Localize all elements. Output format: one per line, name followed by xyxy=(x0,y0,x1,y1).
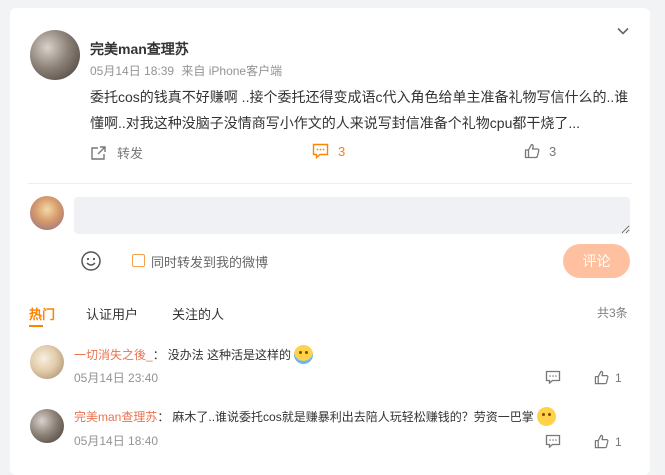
commenter-avatar[interactable] xyxy=(30,345,64,379)
author-name[interactable]: 完美man查理苏 xyxy=(90,39,189,59)
comment-like-count: 1 xyxy=(615,434,622,449)
comment-like-button[interactable]: 1 xyxy=(594,370,622,385)
commenter-avatar[interactable] xyxy=(30,409,64,443)
post-content: 委托cos的钱真不好赚啊 ..接个委托还得变成语c代入角色给单主准备礼物写信什么… xyxy=(90,89,629,131)
thumbs-up-icon xyxy=(594,434,609,449)
comment-text-line: 完美man查理苏 ： 麻木了..谁说委托cos就是赚暴利出去陪人玩轻松赚钱的？劳… xyxy=(74,407,556,426)
commenter-name[interactable]: 一切消失之後_ xyxy=(74,346,153,363)
comment-total: 共3条 xyxy=(597,306,628,320)
author-avatar[interactable] xyxy=(30,30,80,80)
colon: ： xyxy=(152,348,165,362)
post-source: 来自 iPhone客户端 xyxy=(181,64,283,78)
comment-text-line: 一切消失之後_ ： 没办法 这种活是这样的 xyxy=(74,345,314,364)
post-date[interactable]: 05月14日 18:39 xyxy=(90,64,174,78)
thumbs-up-icon xyxy=(524,143,540,159)
weibo-post-card: 完美man查理苏 05月14日 18:39 来自 iPhone客户端 委托cos… xyxy=(10,8,650,475)
forward-button[interactable]: 转发 xyxy=(90,143,143,162)
commenter-name[interactable]: 完美man查理苏 xyxy=(74,408,157,425)
reply-icon[interactable] xyxy=(545,434,561,449)
tab-following[interactable]: 关注的人 xyxy=(172,304,224,323)
chevron-down-icon[interactable] xyxy=(616,24,630,38)
page-gutter xyxy=(650,0,665,475)
comment-count: 3 xyxy=(338,143,346,159)
post-meta: 05月14日 18:39 来自 iPhone客户端 xyxy=(90,62,282,79)
colon: ： xyxy=(157,410,170,424)
tab-hot[interactable]: 热门 xyxy=(29,304,55,323)
like-button[interactable]: 3 xyxy=(524,143,556,159)
comment-input[interactable] xyxy=(74,197,630,234)
like-count: 3 xyxy=(549,143,557,159)
sync-forward-checkbox[interactable] xyxy=(132,254,145,267)
comment-icon xyxy=(312,143,329,159)
reply-icon[interactable] xyxy=(545,370,561,385)
comment-like-button[interactable]: 1 xyxy=(594,434,622,449)
comment-text: 没办法 这种活是这样的 xyxy=(167,348,292,362)
comment-time: 05月14日 23:40 xyxy=(74,371,159,385)
comment-text: 麻木了..谁说委托cos就是赚暴利出去陪人玩轻松赚钱的？劳资一巴掌 xyxy=(172,410,534,424)
comment-time: 05月14日 18:40 xyxy=(74,434,159,448)
tab-verified-users[interactable]: 认证用户 xyxy=(86,304,138,323)
tab-active-indicator xyxy=(29,325,43,327)
comment-button[interactable]: 3 xyxy=(312,143,345,159)
submit-comment-button[interactable]: 评论 xyxy=(563,244,630,278)
forward-icon xyxy=(91,145,106,160)
forward-label: 转发 xyxy=(117,146,144,161)
sync-forward-label[interactable]: 同时转发到我的微博 xyxy=(151,252,268,271)
crying-face-emoji xyxy=(294,345,314,364)
comment-like-count: 1 xyxy=(615,370,622,385)
current-user-avatar xyxy=(30,196,64,230)
emoji-picker-icon[interactable] xyxy=(80,250,102,272)
divider xyxy=(28,183,632,184)
smiling-face-emoji xyxy=(536,407,556,426)
thumbs-up-icon xyxy=(594,370,609,385)
